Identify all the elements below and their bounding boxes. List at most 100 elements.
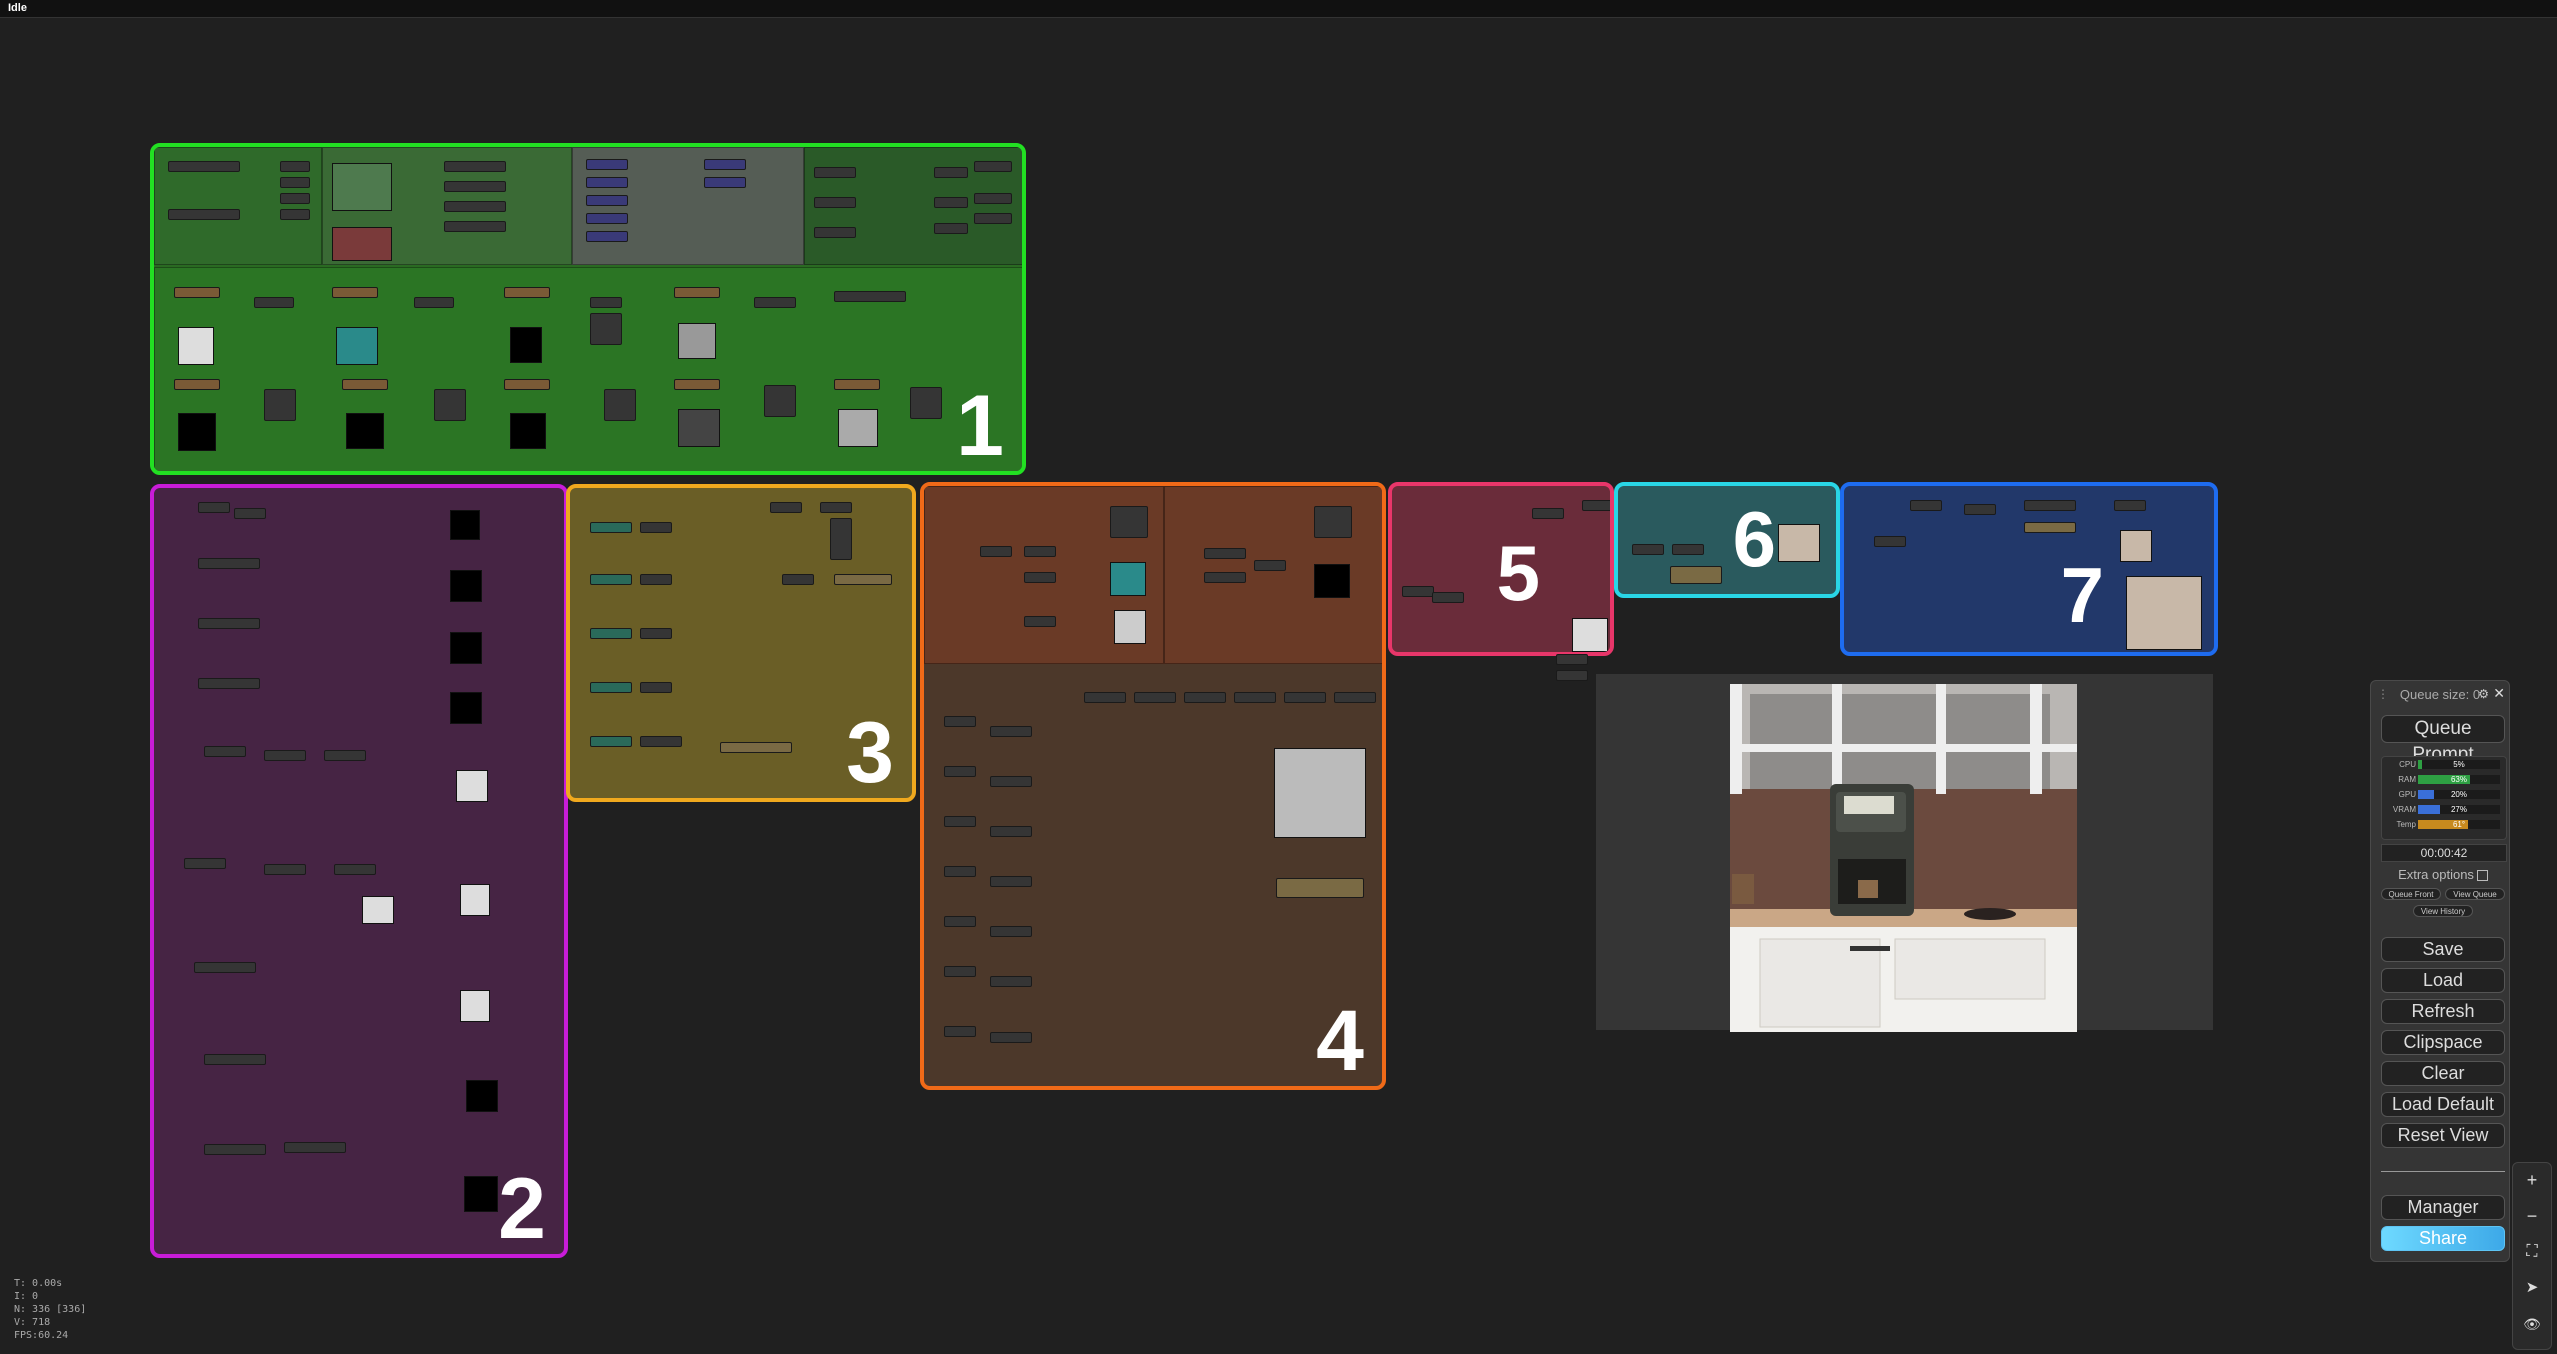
node[interactable] <box>1632 544 1664 555</box>
node[interactable] <box>834 379 880 390</box>
queue-panel[interactable]: ⋮ Queue size: 0 ⚙ ✕ Queue Prompt CPU 5% … <box>2370 680 2510 1262</box>
node[interactable] <box>204 1054 266 1065</box>
reset-view-button[interactable]: Reset View <box>2381 1123 2505 1148</box>
share-button[interactable]: Share <box>2381 1226 2505 1251</box>
node[interactable] <box>754 297 796 308</box>
node[interactable] <box>2114 500 2146 511</box>
node[interactable] <box>974 213 1012 224</box>
node[interactable] <box>590 574 632 585</box>
node[interactable] <box>1910 500 1942 511</box>
node[interactable] <box>342 379 388 390</box>
node[interactable] <box>640 628 672 639</box>
node[interactable] <box>1204 548 1246 559</box>
node[interactable] <box>324 750 366 761</box>
canvas-toolbar[interactable]: + − ⛶ ➤ 👁 <box>2512 1162 2552 1350</box>
queue-front-button[interactable]: Queue Front <box>2381 888 2441 900</box>
view-history-button[interactable]: View History <box>2413 905 2473 917</box>
node[interactable] <box>586 159 628 170</box>
node[interactable] <box>1184 692 1226 703</box>
node[interactable] <box>1964 504 1996 515</box>
node[interactable] <box>2024 522 2076 533</box>
node[interactable] <box>910 387 942 419</box>
node[interactable] <box>590 297 622 308</box>
node[interactable] <box>782 574 814 585</box>
load-button[interactable]: Load <box>2381 968 2505 993</box>
node[interactable] <box>944 766 976 777</box>
node[interactable] <box>770 502 802 513</box>
node[interactable] <box>444 201 506 212</box>
node[interactable] <box>234 508 266 519</box>
send-icon[interactable]: ➤ <box>2513 1273 2551 1303</box>
node[interactable] <box>720 742 792 753</box>
clipspace-button[interactable]: Clipspace <box>2381 1030 2505 1055</box>
node[interactable] <box>334 864 376 875</box>
node[interactable] <box>264 389 296 421</box>
node[interactable] <box>280 209 310 220</box>
node[interactable] <box>590 313 622 345</box>
node[interactable] <box>174 379 220 390</box>
node[interactable] <box>1874 536 1906 547</box>
node[interactable] <box>1254 560 1286 571</box>
group-3[interactable]: 3 <box>566 484 916 802</box>
node[interactable] <box>990 926 1032 937</box>
node[interactable] <box>1670 566 1722 584</box>
node[interactable] <box>504 287 550 298</box>
image-preview-node[interactable] <box>1596 674 2213 1032</box>
node[interactable] <box>332 287 378 298</box>
node[interactable] <box>504 379 550 390</box>
node[interactable] <box>1532 508 1564 519</box>
node[interactable] <box>1672 544 1704 555</box>
node[interactable] <box>990 876 1032 887</box>
node[interactable] <box>1432 592 1464 603</box>
node[interactable] <box>640 574 672 585</box>
node[interactable] <box>444 221 506 232</box>
node[interactable] <box>980 546 1012 557</box>
node[interactable] <box>590 628 632 639</box>
node[interactable] <box>1134 692 1176 703</box>
node[interactable] <box>174 287 220 298</box>
group-7[interactable]: 7 <box>1840 482 2218 656</box>
extra-options-toggle[interactable]: Extra options <box>2381 867 2505 882</box>
node[interactable] <box>1084 692 1126 703</box>
group-4[interactable]: 4 <box>920 482 1386 1090</box>
node[interactable] <box>434 389 466 421</box>
save-button[interactable]: Save <box>2381 937 2505 962</box>
node[interactable] <box>1334 692 1376 703</box>
refresh-button[interactable]: Refresh <box>2381 999 2505 1024</box>
node[interactable] <box>974 193 1012 204</box>
node[interactable] <box>704 159 746 170</box>
node[interactable] <box>640 736 682 747</box>
node[interactable] <box>1024 572 1056 583</box>
node[interactable] <box>944 966 976 977</box>
node[interactable] <box>934 223 968 234</box>
node[interactable] <box>944 866 976 877</box>
eye-icon[interactable]: 👁 <box>2513 1309 2551 1339</box>
node[interactable] <box>198 618 260 629</box>
node[interactable] <box>284 1142 346 1153</box>
group-1[interactable]: 1 <box>150 143 1026 475</box>
node[interactable] <box>820 502 852 513</box>
node[interactable] <box>764 385 796 417</box>
node[interactable] <box>674 287 720 298</box>
node[interactable] <box>1204 572 1246 583</box>
node[interactable] <box>830 518 852 560</box>
node[interactable] <box>204 746 246 757</box>
node[interactable] <box>1276 878 1364 898</box>
node[interactable] <box>990 1032 1032 1043</box>
node[interactable] <box>586 177 628 188</box>
node[interactable] <box>990 826 1032 837</box>
node[interactable] <box>198 558 260 569</box>
node[interactable] <box>204 1144 266 1155</box>
node[interactable] <box>1110 506 1148 538</box>
close-icon[interactable]: ✕ <box>2493 685 2505 702</box>
node[interactable] <box>264 750 306 761</box>
node[interactable] <box>944 816 976 827</box>
node[interactable] <box>280 193 310 204</box>
node[interactable] <box>990 726 1032 737</box>
node[interactable] <box>1582 500 1610 511</box>
node[interactable] <box>1402 586 1434 597</box>
node[interactable] <box>604 389 636 421</box>
node[interactable] <box>264 864 306 875</box>
node[interactable] <box>1556 654 1588 665</box>
node[interactable] <box>444 161 506 172</box>
